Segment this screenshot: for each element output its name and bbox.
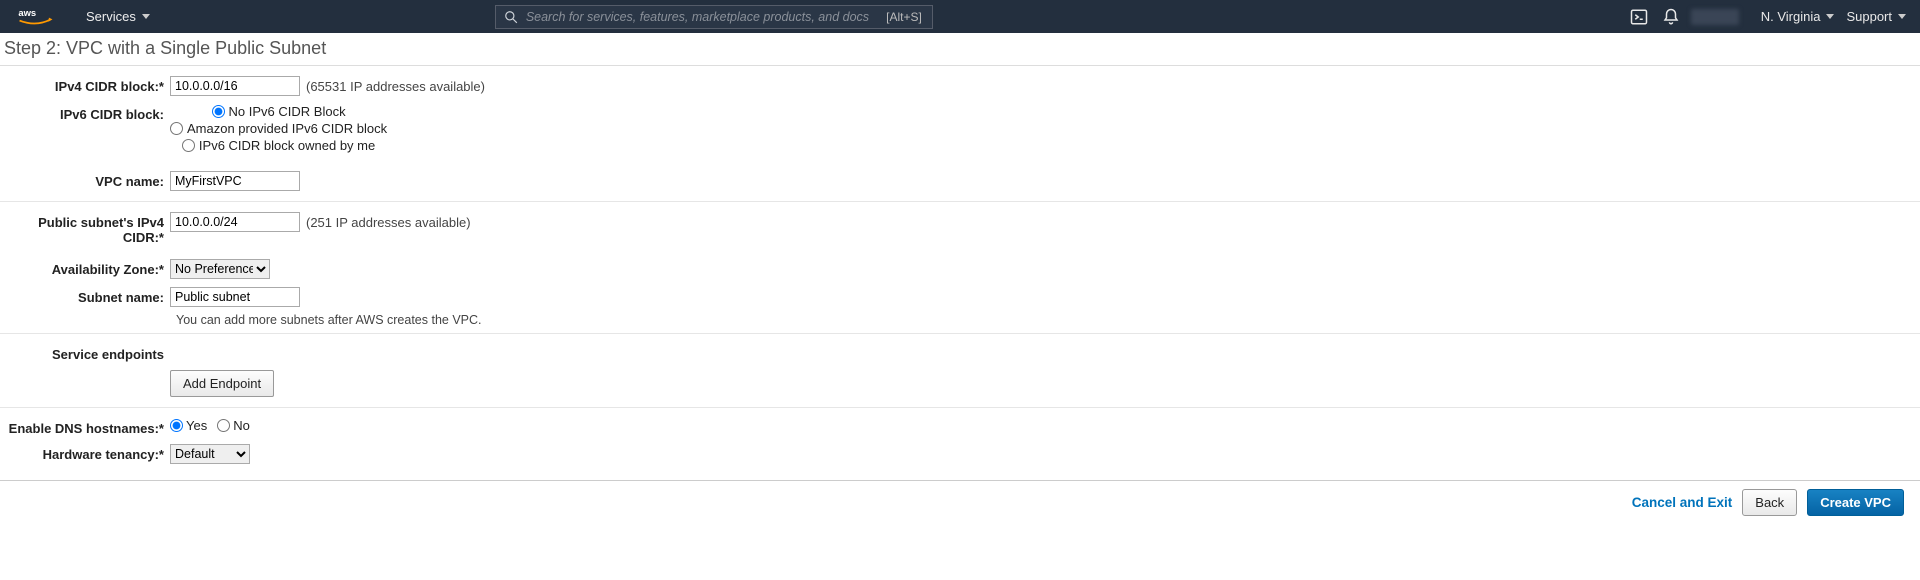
dns-yes-label: Yes [186, 418, 207, 433]
dns-yes-radio[interactable] [170, 419, 183, 432]
global-search[interactable]: Search for services, features, marketpla… [495, 5, 933, 29]
ipv6-none-label: No IPv6 CIDR Block [229, 104, 346, 119]
top-navbar: aws Services Search for services, featur… [0, 0, 1920, 33]
support-label: Support [1846, 9, 1892, 24]
create-vpc-button[interactable]: Create VPC [1807, 489, 1904, 516]
tenancy-select[interactable]: Default [170, 444, 250, 464]
ipv4-cidr-input[interactable] [170, 76, 300, 96]
vpc-name-label: VPC name: [0, 171, 170, 189]
services-menu[interactable]: Services [86, 9, 150, 24]
ipv4-cidr-label: IPv4 CIDR block:* [0, 76, 170, 94]
region-label: N. Virginia [1761, 9, 1821, 24]
wizard-footer: Cancel and Exit Back Create VPC [0, 480, 1920, 524]
divider [0, 407, 1920, 408]
spacer [0, 370, 170, 373]
subnet-name-label: Subnet name: [0, 287, 170, 305]
aws-logo[interactable]: aws [18, 7, 54, 27]
service-endpoints-label: Service endpoints [0, 344, 170, 362]
ipv4-cidr-help: (65531 IP addresses available) [306, 79, 485, 94]
public-subnet-ipv4-help: (251 IP addresses available) [306, 215, 471, 230]
az-select[interactable]: No Preference [170, 259, 270, 279]
ipv6-amazon-radio[interactable] [170, 122, 183, 135]
public-subnet-ipv4-label: Public subnet's IPv4 CIDR:* [0, 212, 170, 245]
ipv6-cidr-label: IPv6 CIDR block: [0, 104, 170, 122]
support-menu[interactable]: Support [1846, 9, 1906, 24]
divider [0, 201, 1920, 202]
subnet-name-input[interactable] [170, 287, 300, 307]
search-shortcut: [Alt+S] [886, 10, 922, 24]
caret-down-icon [142, 14, 150, 19]
vpc-name-input[interactable] [170, 171, 300, 191]
caret-down-icon [1826, 14, 1834, 19]
page-title: Step 2: VPC with a Single Public Subnet [0, 33, 1920, 66]
region-selector[interactable]: N. Virginia [1761, 9, 1835, 24]
dns-no-label: No [233, 418, 250, 433]
cancel-and-exit-link[interactable]: Cancel and Exit [1632, 495, 1733, 510]
dns-no-radio[interactable] [217, 419, 230, 432]
caret-down-icon [1898, 14, 1906, 19]
account-name-blurred[interactable] [1691, 9, 1739, 25]
ipv6-owned-label: IPv6 CIDR block owned by me [199, 138, 375, 153]
public-subnet-ipv4-input[interactable] [170, 212, 300, 232]
back-button[interactable]: Back [1742, 489, 1797, 516]
tenancy-label: Hardware tenancy:* [0, 444, 170, 462]
search-placeholder: Search for services, features, marketpla… [526, 10, 886, 24]
ipv6-owned-radio[interactable] [182, 139, 195, 152]
ipv6-none-radio[interactable] [212, 105, 225, 118]
cloudshell-icon[interactable] [1623, 0, 1655, 33]
svg-text:aws: aws [18, 7, 36, 18]
add-endpoint-button[interactable]: Add Endpoint [170, 370, 274, 397]
dns-hostnames-label: Enable DNS hostnames:* [0, 418, 170, 436]
services-label: Services [86, 9, 136, 24]
az-label: Availability Zone:* [0, 259, 170, 277]
notifications-icon[interactable] [1655, 0, 1687, 33]
subnet-hint: You can add more subnets after AWS creat… [0, 313, 1920, 327]
ipv6-amazon-label: Amazon provided IPv6 CIDR block [187, 121, 387, 136]
search-icon [504, 10, 518, 24]
divider [0, 333, 1920, 334]
